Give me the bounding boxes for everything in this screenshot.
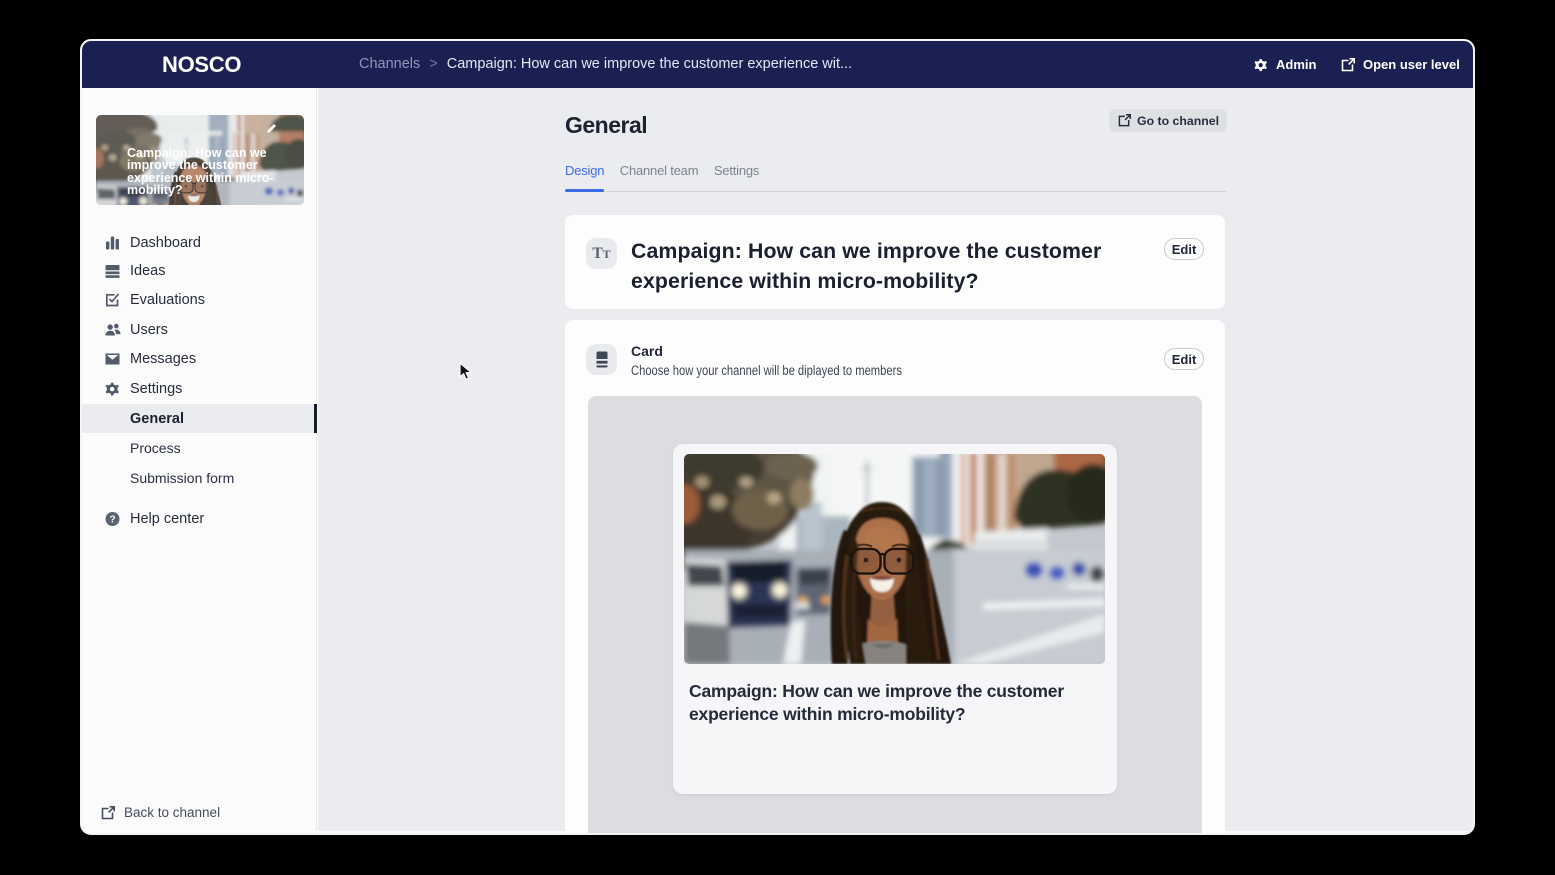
svg-text:?: ? (109, 514, 115, 525)
